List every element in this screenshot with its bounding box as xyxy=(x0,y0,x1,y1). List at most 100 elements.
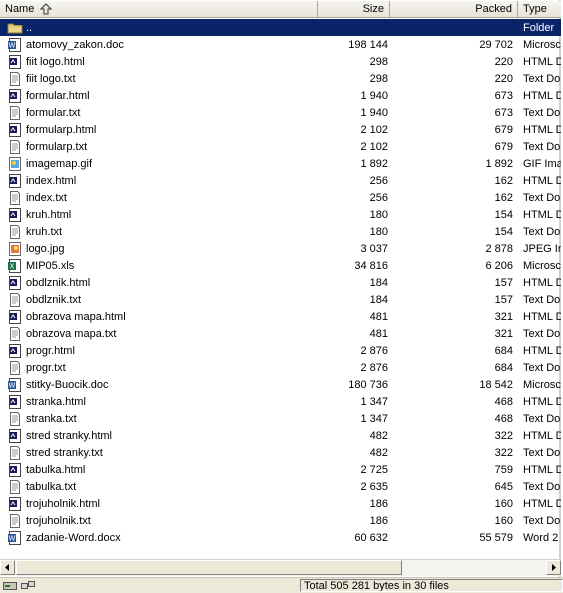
file-type: HTML D xyxy=(523,55,561,68)
html-file-icon xyxy=(9,496,21,511)
text-file-icon xyxy=(10,513,20,528)
scroll-right-button[interactable] xyxy=(546,560,561,575)
file-row[interactable]: stred stranky.txt 482 322 Text Do xyxy=(0,444,561,461)
file-row[interactable]: kruh.html 180 154 HTML D xyxy=(0,206,561,223)
file-name-cell: index.txt xyxy=(0,190,318,206)
file-row[interactable]: formularp.txt 2 102 679 Text Do xyxy=(0,138,561,155)
file-row[interactable]: progr.html 2 876 684 HTML D xyxy=(0,342,561,359)
column-header-size[interactable]: Size xyxy=(318,1,390,18)
column-header-type[interactable]: Type xyxy=(518,1,561,18)
file-size: 2 876 xyxy=(360,361,388,374)
file-name-cell: trojuholnik.txt xyxy=(0,513,318,529)
file-size: 298 xyxy=(369,55,388,68)
file-row[interactable]: tabulka.html 2 725 759 HTML D xyxy=(0,461,561,478)
file-name: obdlznik.txt xyxy=(26,293,82,306)
file-row[interactable]: obdlznik.html 184 157 HTML D xyxy=(0,274,561,291)
file-packed-size: 160 xyxy=(494,497,513,510)
file-type: HTML D xyxy=(523,429,561,442)
scroll-thumb[interactable] xyxy=(16,560,402,575)
column-header-packed[interactable]: Packed xyxy=(390,1,518,18)
file-name-cell: obdlznik.html xyxy=(0,275,318,291)
file-row[interactable]: trojuholnik.txt 186 160 Text Do xyxy=(0,512,561,529)
html-file-icon xyxy=(9,173,21,188)
file-row[interactable]: Wzadanie-Word.docx 60 632 55 579 Word 2 xyxy=(0,529,561,546)
file-row[interactable]: .. Folder xyxy=(0,19,561,36)
file-row[interactable]: fiit logo.html 298 220 HTML D xyxy=(0,53,561,70)
gif-image-icon xyxy=(9,156,21,171)
file-row[interactable]: kruh.txt 180 154 Text Do xyxy=(0,223,561,240)
file-packed-size: 468 xyxy=(494,395,513,408)
file-name: progr.txt xyxy=(26,361,66,374)
file-name: imagemap.gif xyxy=(26,157,93,170)
file-size: 1 892 xyxy=(360,157,388,170)
text-file-icon xyxy=(10,445,20,460)
file-name: stranka.html xyxy=(26,395,86,408)
file-packed-size: 673 xyxy=(494,106,513,119)
file-name-cell: tabulka.html xyxy=(0,462,318,478)
file-type: HTML D xyxy=(523,395,561,408)
file-row[interactable]: logo.jpg 3 037 2 878 JPEG In xyxy=(0,240,561,257)
file-packed-size: 679 xyxy=(494,123,513,136)
file-type: HTML D xyxy=(523,276,561,289)
file-type: Text Do xyxy=(523,412,561,425)
file-type: JPEG In xyxy=(523,242,561,255)
file-name-cell: obrazova mapa.html xyxy=(0,309,318,325)
file-row[interactable]: formularp.html 2 102 679 HTML D xyxy=(0,121,561,138)
file-row[interactable]: formular.txt 1 940 673 Text Do xyxy=(0,104,561,121)
file-name: kruh.txt xyxy=(26,225,63,238)
file-row[interactable]: obrazova mapa.txt 481 321 Text Do xyxy=(0,325,561,342)
network-icon[interactable] xyxy=(21,580,35,591)
file-row[interactable]: obrazova mapa.html 481 321 HTML D xyxy=(0,308,561,325)
file-row[interactable]: trojuholnik.html 186 160 HTML D xyxy=(0,495,561,512)
file-row[interactable]: index.txt 256 162 Text Do xyxy=(0,189,561,206)
file-type: Text Do xyxy=(523,514,561,527)
horizontal-scrollbar[interactable] xyxy=(0,559,561,576)
text-file-icon xyxy=(10,105,20,120)
column-header-name[interactable]: Name xyxy=(0,1,318,18)
file-packed-size: 1 892 xyxy=(485,157,513,170)
file-type: Text Do xyxy=(523,106,561,119)
file-row[interactable]: Watomovy_zakon.doc 198 144 29 702 Microsc xyxy=(0,36,561,53)
text-file-icon xyxy=(10,190,20,205)
file-row[interactable]: Wstitky-Buocik.doc 180 736 18 542 Microsc xyxy=(0,376,561,393)
file-packed-size: 2 878 xyxy=(485,242,513,255)
file-name-cell: formular.html xyxy=(0,88,318,104)
drive-icon[interactable] xyxy=(3,580,17,591)
file-row[interactable]: tabulka.txt 2 635 645 Text Do xyxy=(0,478,561,495)
file-row[interactable]: X MIP05.xls 34 816 6 206 Microsc xyxy=(0,257,561,274)
file-name: trojuholnik.txt xyxy=(26,514,91,527)
file-row[interactable]: index.html 256 162 HTML D xyxy=(0,172,561,189)
file-packed-size: 162 xyxy=(494,174,513,187)
arrow-left-icon xyxy=(5,564,9,571)
file-packed-size: 160 xyxy=(494,514,513,527)
file-packed-size: 154 xyxy=(494,225,513,238)
file-row[interactable]: stranka.html 1 347 468 HTML D xyxy=(0,393,561,410)
file-row[interactable]: fiit logo.txt 298 220 Text Do xyxy=(0,70,561,87)
html-file-icon xyxy=(9,122,21,137)
file-type: Folder xyxy=(523,21,555,34)
file-packed-size: 55 579 xyxy=(479,531,513,544)
file-type: HTML D xyxy=(523,463,561,476)
file-packed-size: 220 xyxy=(494,72,513,85)
file-row[interactable]: stranka.txt 1 347 468 Text Do xyxy=(0,410,561,427)
file-row[interactable]: formular.html 1 940 673 HTML D xyxy=(0,87,561,104)
file-type: Text Do xyxy=(523,293,561,306)
file-name-cell: progr.html xyxy=(0,343,318,359)
file-name: trojuholnik.html xyxy=(26,497,100,510)
file-name-cell: stred stranky.html xyxy=(0,428,318,444)
scroll-left-button[interactable] xyxy=(0,560,15,575)
text-file-icon xyxy=(10,292,20,307)
file-row[interactable]: stred stranky.html 482 322 HTML D xyxy=(0,427,561,444)
file-type: HTML D xyxy=(523,310,561,323)
file-packed-size: 684 xyxy=(494,344,513,357)
file-size: 186 xyxy=(369,514,388,527)
file-row[interactable]: imagemap.gif 1 892 1 892 GIF Ima xyxy=(0,155,561,172)
file-type: Text Do xyxy=(523,327,561,340)
file-row[interactable]: obdlznik.txt 184 157 Text Do xyxy=(0,291,561,308)
file-type: HTML D xyxy=(523,497,561,510)
text-file-icon xyxy=(10,411,20,426)
file-row[interactable]: progr.txt 2 876 684 Text Do xyxy=(0,359,561,376)
file-packed-size: 321 xyxy=(494,327,513,340)
file-list: .. Folder Watomovy_zakon.doc 198 144 29 702 M… xyxy=(0,19,561,559)
file-type: HTML D xyxy=(523,174,561,187)
